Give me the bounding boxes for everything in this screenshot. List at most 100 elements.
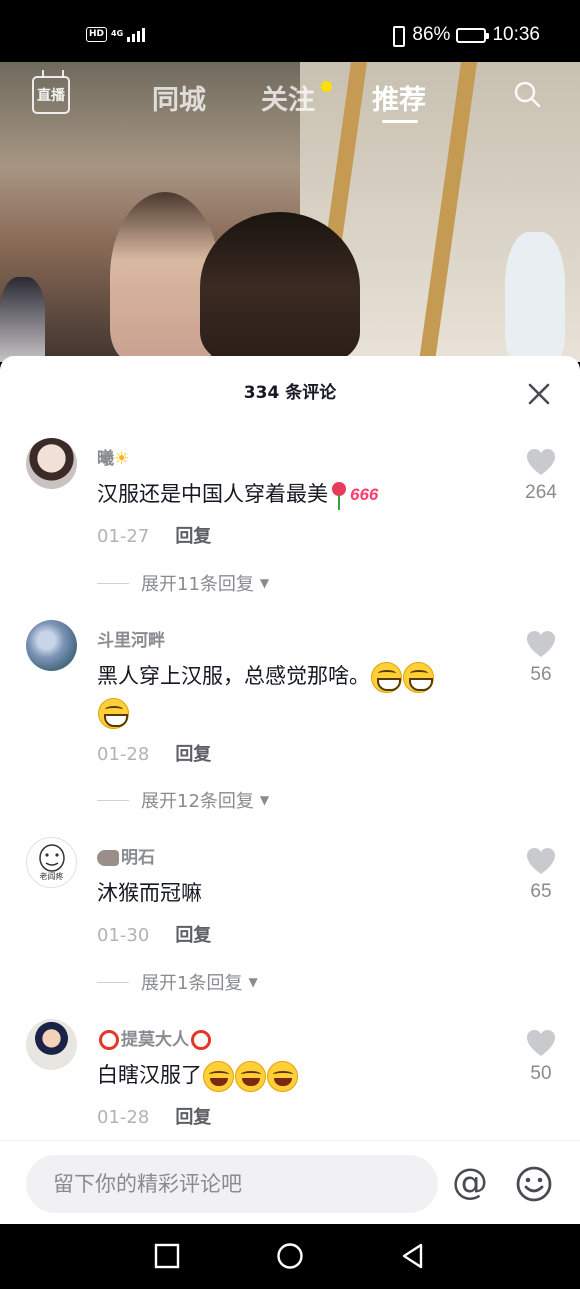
comment-body: 汉服还是中国人穿着最美 [97, 482, 328, 506]
comment-username[interactable]: 曦☀ [97, 444, 129, 469]
tab-recommended[interactable]: 推荐 [372, 78, 426, 117]
rose-emoji-icon [328, 480, 350, 511]
comment-username[interactable]: 明石 [97, 843, 155, 868]
tab-following[interactable]: 关注 [261, 78, 315, 117]
notification-dot [321, 81, 332, 92]
like-count: 264 [525, 482, 557, 503]
avatar-caption: 老阎疼 [39, 872, 64, 881]
live-icon[interactable]: 直播 [32, 76, 70, 114]
rhino-emoji-icon [97, 850, 119, 866]
heart-icon[interactable] [526, 847, 556, 875]
heart-icon[interactable] [526, 448, 556, 476]
signal-icon [127, 26, 146, 42]
reply-button[interactable]: 回复 [175, 925, 211, 946]
expand-label: 展开11条回复 [141, 574, 254, 595]
like-button[interactable]: 56 [516, 630, 566, 686]
heart-icon[interactable] [526, 630, 556, 658]
like-button[interactable]: 65 [516, 847, 566, 903]
comment-meta: 01-30 回复 [97, 921, 211, 947]
red-circle-icon [191, 1030, 211, 1050]
like-button[interactable]: 264 [516, 448, 566, 504]
expand-replies-button[interactable]: 展开1条回复 ▼ [97, 969, 258, 995]
status-left: HD 4G [86, 26, 146, 42]
comment-username[interactable]: 斗里河畔 [97, 626, 165, 651]
avatar[interactable]: 老阎疼 [26, 837, 77, 888]
emoji-icon[interactable] [515, 1165, 553, 1203]
username-text: 提莫大人 [121, 1030, 189, 1050]
comment-date: 01-30 [97, 925, 150, 946]
face-icon [38, 844, 65, 872]
expand-label: 展开1条回复 [141, 973, 243, 994]
system-nav-bar [0, 1224, 580, 1289]
like-count: 65 [530, 881, 552, 902]
back-icon[interactable] [399, 1242, 427, 1270]
comment-meta: 01-28 回复 [97, 1103, 211, 1129]
red-circle-icon [99, 1030, 119, 1050]
chevron-down-icon: ▼ [248, 975, 258, 989]
comment-date: 01-28 [97, 744, 150, 765]
hd-badge: HD [86, 26, 108, 42]
tab-nearby[interactable]: 同城 [152, 78, 206, 117]
comment-body: 白瞎汉服了 [97, 1063, 202, 1087]
avatar[interactable] [26, 438, 77, 489]
sun-emoji-icon: ☀ [114, 449, 130, 469]
reply-button[interactable]: 回复 [175, 1107, 211, 1128]
divider [97, 582, 129, 584]
battery-percent: 86% [412, 24, 451, 45]
chevron-down-icon: ▼ [259, 576, 270, 590]
divider [97, 799, 129, 801]
comment-text: 白瞎汉服了 [97, 1057, 497, 1093]
comments-title: 334 条评论 [243, 383, 337, 403]
comment-input-bar: 留下你的精彩评论吧 @ [0, 1140, 580, 1224]
expand-replies-button[interactable]: 展开11条回复 ▼ [97, 570, 269, 596]
laugh-cry-emoji-icon [235, 1060, 266, 1092]
grin-emoji-icon [98, 697, 129, 729]
at-icon[interactable]: @ [452, 1161, 488, 1205]
network-type: 4G [111, 29, 124, 38]
status-bar: HD 4G 86% 10:36 [0, 0, 580, 62]
comment-date: 01-27 [97, 526, 150, 547]
video-person [200, 212, 360, 362]
close-icon[interactable] [528, 383, 550, 405]
expand-replies-button[interactable]: 展开12条回复 ▼ [97, 787, 269, 813]
like-count: 56 [530, 664, 552, 685]
reply-button[interactable]: 回复 [175, 526, 211, 547]
avatar[interactable] [26, 1019, 77, 1070]
chevron-down-icon: ▼ [259, 793, 270, 807]
comments-sheet: 334 条评论 曦☀ 汉服还是中国人穿着最美 666 01-27 回复 展开11条回… [0, 356, 580, 1224]
sticker-666: 666 [350, 485, 379, 504]
comment-meta: 01-28 回复 [97, 740, 211, 766]
expand-label: 展开12条回复 [141, 791, 254, 812]
video-figure [0, 277, 45, 362]
home-icon[interactable] [276, 1242, 304, 1270]
username-text: 明石 [121, 848, 155, 868]
divider [97, 981, 129, 983]
grin-emoji-icon [371, 661, 402, 693]
comment-text: 沐猴而冠嘛 [97, 881, 202, 905]
comment-text: 黑人穿上汉服，总感觉那啥。 [97, 658, 497, 730]
search-icon[interactable] [513, 80, 541, 108]
vibrate-icon [388, 25, 406, 47]
laugh-cry-emoji-icon [203, 1060, 234, 1092]
grin-emoji-icon [403, 661, 434, 693]
heart-icon[interactable] [526, 1029, 556, 1057]
recents-icon[interactable] [153, 1242, 181, 1270]
avatar[interactable] [26, 620, 77, 671]
laugh-cry-emoji-icon [267, 1060, 298, 1092]
clock: 10:36 [492, 24, 540, 45]
reply-button[interactable]: 回复 [175, 744, 211, 765]
comment-meta: 01-27 回复 [97, 522, 211, 548]
like-button[interactable]: 50 [516, 1029, 566, 1085]
comment-date: 01-28 [97, 1107, 150, 1128]
comment-text: 汉服还是中国人穿着最美 666 [97, 476, 497, 513]
comment-body: 黑人穿上汉服，总感觉那啥。 [97, 664, 370, 688]
comment-input[interactable]: 留下你的精彩评论吧 [26, 1155, 438, 1213]
status-right: 86% 10:36 [388, 24, 540, 47]
video-vase [505, 232, 565, 362]
username-text: 曦 [97, 449, 114, 469]
like-count: 50 [530, 1063, 552, 1084]
active-tab-indicator [382, 120, 418, 123]
comment-username[interactable]: 提莫大人 [97, 1025, 213, 1050]
top-nav: 直播 同城 关注 推荐 [0, 62, 580, 132]
battery-icon [456, 27, 490, 43]
